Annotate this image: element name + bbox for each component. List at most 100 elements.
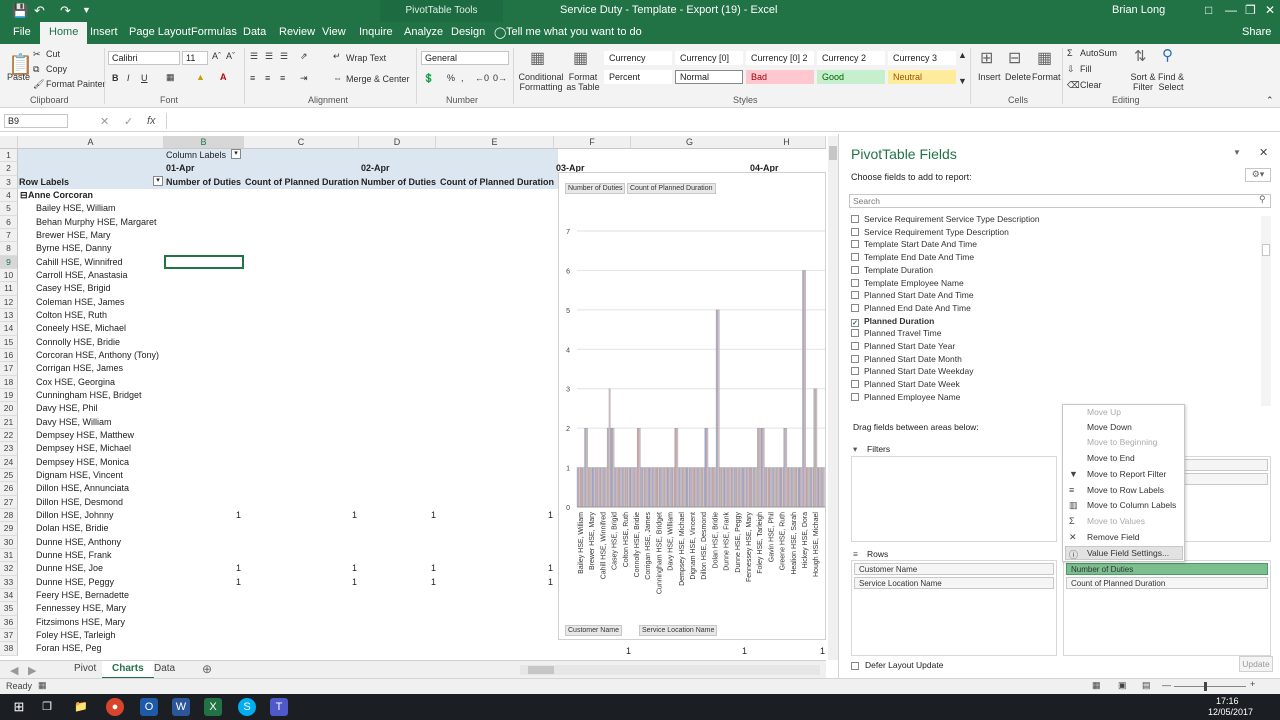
sheet-tab-data[interactable]: Data	[144, 661, 185, 679]
teams-icon[interactable]: T	[270, 698, 288, 716]
column-header-A[interactable]: A	[18, 136, 164, 149]
chart-bar[interactable]	[665, 467, 667, 508]
field-checkbox[interactable]	[851, 240, 859, 249]
tab-insert[interactable]: Insert	[90, 26, 118, 38]
service-location-field-button[interactable]: Service Location Name	[639, 625, 718, 636]
name-box[interactable]: B9	[4, 114, 68, 128]
normal-view-icon[interactable]: ▦	[1092, 680, 1101, 691]
chart-bar[interactable]	[608, 388, 611, 508]
cell-style-6[interactable]: Normal	[675, 70, 743, 84]
chart-bar[interactable]	[661, 467, 664, 508]
clear-button[interactable]: Clear	[1080, 80, 1102, 90]
defer-layout-checkbox[interactable]	[851, 660, 864, 672]
insert-cells-icon[interactable]: ⊞	[980, 48, 993, 68]
row-header[interactable]: 26	[0, 482, 18, 496]
chart-bar[interactable]	[702, 467, 705, 508]
chart-bar[interactable]	[695, 467, 697, 508]
chart-bar[interactable]	[672, 467, 675, 508]
update-button[interactable]: Update	[1239, 656, 1273, 672]
row-header[interactable]: 11	[0, 282, 18, 296]
comma-icon[interactable]: ,	[461, 73, 464, 83]
chart-bar[interactable]	[644, 467, 647, 508]
menu-item[interactable]: Move to Column Labels	[1087, 500, 1176, 510]
percent-icon[interactable]: %	[447, 73, 455, 83]
chart-bar[interactable]	[789, 467, 791, 508]
chart-bar[interactable]	[821, 467, 823, 508]
chart-bar[interactable]	[730, 467, 733, 508]
menu-item[interactable]: Move Down	[1087, 422, 1132, 432]
column-labels-filter-icon[interactable]: ▾	[231, 149, 241, 159]
chart-bar[interactable]	[612, 427, 615, 508]
field-item[interactable]: Planned End Date And Time	[851, 303, 971, 313]
redo-icon[interactable]: ↷	[60, 3, 71, 19]
horizontal-scrollbar[interactable]	[520, 665, 820, 675]
row-header[interactable]: 14	[0, 322, 18, 336]
wrap-text-icon[interactable]: ↵	[333, 51, 341, 62]
field-item[interactable]: ✓ Planned Duration	[851, 316, 934, 327]
format-as-table-button[interactable]: Format as Table	[563, 72, 603, 92]
chart-bar[interactable]	[655, 467, 658, 508]
format-cells-button[interactable]: Format	[1032, 72, 1061, 82]
row-header[interactable]: 4	[0, 188, 18, 203]
panel-close-icon[interactable]: ✕	[1259, 146, 1268, 159]
row-header[interactable]: 19	[0, 388, 18, 403]
chart-bar[interactable]	[610, 427, 613, 508]
chart-bar[interactable]	[636, 427, 639, 508]
task-view-icon[interactable]: ❐	[38, 698, 56, 716]
row-header[interactable]: 20	[0, 402, 18, 416]
close-icon[interactable]: ✕	[1265, 3, 1275, 17]
chart-bar[interactable]	[657, 467, 660, 508]
row-header[interactable]: 21	[0, 415, 18, 429]
bold-icon[interactable]: B	[112, 73, 119, 83]
chart-bar[interactable]	[759, 427, 761, 508]
chart-bar[interactable]	[578, 467, 581, 508]
vertical-scroll-thumb[interactable]	[829, 146, 837, 160]
field-item[interactable]: Template Employee Name	[851, 278, 964, 288]
chart-bar[interactable]	[616, 467, 618, 508]
chart-bar[interactable]	[652, 467, 654, 508]
cell-style-9[interactable]: Neutral	[888, 70, 956, 84]
tab-view[interactable]: View	[322, 26, 346, 38]
chart-bar[interactable]	[744, 467, 746, 508]
chart-bar[interactable]	[591, 467, 594, 508]
chart-bar[interactable]	[595, 467, 598, 508]
horizontal-scroll-thumb[interactable]	[528, 666, 554, 674]
chart-bar[interactable]	[762, 427, 765, 508]
chart-bar[interactable]	[680, 467, 682, 508]
chart-bar[interactable]	[687, 467, 690, 508]
excel-icon[interactable]: X	[204, 698, 222, 716]
copy-icon[interactable]: ⧉	[33, 64, 39, 75]
share-button[interactable]: Share	[1242, 26, 1271, 38]
windows-start-icon[interactable]: ⊞	[10, 698, 28, 716]
zoom-slider-thumb[interactable]	[1204, 682, 1207, 691]
page-break-view-icon[interactable]: ▤	[1142, 680, 1151, 691]
chart-bar[interactable]	[648, 467, 650, 508]
column-header-F[interactable]: F	[554, 136, 631, 149]
chart-bar[interactable]	[659, 467, 662, 508]
chart-bar[interactable]	[736, 467, 739, 508]
underline-icon[interactable]: U	[141, 73, 148, 83]
field-item[interactable]: Planned Employee Name	[851, 392, 960, 402]
chart-bar[interactable]	[760, 427, 763, 508]
menu-item[interactable]: Value Field Settings...	[1087, 548, 1169, 558]
tab-data[interactable]: Data	[243, 26, 266, 38]
chart-bar[interactable]	[576, 467, 579, 508]
row-header[interactable]: 3	[0, 175, 18, 189]
chart-bar[interactable]	[698, 467, 701, 508]
chart-bar[interactable]	[625, 467, 628, 508]
chart-bar[interactable]	[676, 427, 679, 508]
chart-bar[interactable]	[646, 467, 649, 508]
row-header[interactable]: 24	[0, 455, 18, 469]
field-checkbox[interactable]	[851, 354, 859, 363]
number-format-select[interactable]: General	[421, 51, 509, 65]
chart-bar[interactable]	[638, 427, 641, 508]
columns-area-item[interactable]	[1184, 473, 1268, 485]
chart-bar[interactable]	[640, 467, 643, 508]
row-header[interactable]: 25	[0, 468, 18, 483]
zoom-in-icon[interactable]: +	[1250, 679, 1255, 689]
chart-bar[interactable]	[614, 467, 617, 508]
chart-bar[interactable]	[712, 467, 714, 508]
chart-bar[interactable]	[747, 467, 750, 508]
chart-bar[interactable]	[807, 467, 810, 508]
field-checkbox[interactable]	[851, 380, 859, 389]
